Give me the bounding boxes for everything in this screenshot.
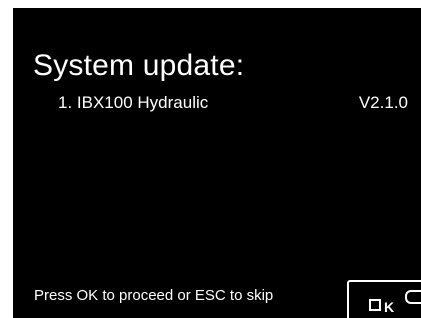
- ok-letter-k: K: [384, 299, 397, 315]
- ok-button-label: K: [369, 298, 396, 315]
- dialog-title: System update:: [33, 49, 245, 82]
- update-name: 1. IBX100 Hydraulic: [58, 93, 209, 112]
- ok-letter-o: [369, 299, 381, 311]
- ok-button[interactable]: K: [347, 280, 421, 318]
- ok-tab-icon: [405, 290, 421, 304]
- update-version: V2.1.0: [358, 93, 408, 112]
- update-screen: System update: 1. IBX100 Hydraulic V2.1.…: [13, 8, 421, 318]
- update-list-item: 1. IBX100 Hydraulic V2.1.0: [58, 92, 408, 114]
- instruction-text: Press OK to proceed or ESC to skip: [34, 287, 274, 304]
